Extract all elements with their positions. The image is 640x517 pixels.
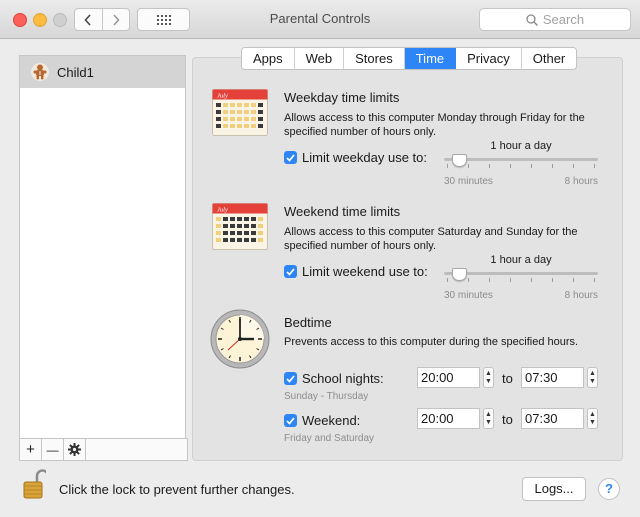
help-button[interactable]: ? — [598, 478, 620, 500]
chevron-left-icon — [84, 13, 91, 26]
checkbox-checked-icon — [284, 151, 297, 164]
school-nights-checkbox[interactable]: School nights: — [284, 371, 384, 386]
chevron-right-icon — [113, 13, 120, 26]
slider-knob[interactable] — [452, 154, 467, 167]
weekend-heading: Weekend time limits — [284, 204, 401, 219]
bedtime-heading: Bedtime — [284, 315, 332, 330]
weekday-limit-checkbox[interactable]: Limit weekday use to: — [284, 150, 427, 165]
school-nights-start-time[interactable]: 20:00 — [417, 367, 480, 388]
school-nights-end-time[interactable]: 07:30 — [521, 367, 584, 388]
weekday-description-line2: specified number of hours only. — [284, 126, 437, 138]
weekday-heading: Weekday time limits — [284, 90, 400, 105]
weekend-description-line1: Allows access to this computer Saturday … — [284, 226, 578, 238]
clock-icon — [210, 309, 270, 369]
slider-knob[interactable] — [452, 268, 467, 281]
search-placeholder: Search — [542, 12, 585, 27]
weekday-calendar-icon: July — [212, 89, 268, 136]
school-nights-label: School nights: — [302, 371, 384, 386]
tab-privacy[interactable]: Privacy — [456, 48, 522, 69]
unlocked-padlock-icon[interactable] — [22, 469, 46, 500]
weekend-description-line2: specified number of hours only. — [284, 240, 437, 252]
search-field[interactable]: Search — [479, 8, 631, 31]
user-name: Child1 — [57, 64, 94, 80]
sidebar-button-bar: + — — [19, 438, 188, 461]
weekend-bedtime-start-stepper[interactable]: ▲ ▼ — [483, 408, 494, 429]
tab-apps[interactable]: Apps — [242, 48, 295, 69]
weekday-slider[interactable] — [444, 154, 598, 170]
gingerbread-icon — [33, 64, 47, 80]
user-avatar — [31, 63, 49, 81]
slider-track — [444, 272, 598, 275]
weekday-limit-label: Limit weekday use to: — [302, 150, 428, 165]
tab-bar: Apps Web Stores Time Privacy Other — [241, 47, 578, 70]
weekend-limit-checkbox[interactable]: Limit weekend use to: — [284, 264, 428, 279]
school-nights-end-stepper[interactable]: ▲ ▼ — [587, 367, 598, 388]
weekend-calendar-icon: July — [212, 203, 268, 250]
tab-other[interactable]: Other — [521, 48, 577, 69]
weekend-bedtime-start-time[interactable]: 20:00 — [417, 408, 480, 429]
school-nights-days: Sunday - Thursday — [284, 391, 369, 402]
weekday-slider-max: 8 hours — [564, 176, 598, 187]
tab-web[interactable]: Web — [294, 48, 345, 69]
weekend-slider-min: 30 minutes — [444, 290, 493, 301]
remove-user-button[interactable]: — — [42, 439, 64, 460]
checkbox-checked-icon — [284, 414, 297, 427]
grid-icon — [156, 14, 171, 25]
gear-icon — [68, 443, 81, 456]
school-nights-to-label: to — [502, 371, 513, 386]
checkbox-checked-icon — [284, 265, 297, 278]
search-icon — [526, 13, 538, 26]
calendar-month-label: July — [217, 207, 228, 214]
forward-button[interactable] — [103, 9, 130, 30]
tab-stores[interactable]: Stores — [344, 48, 405, 69]
weekend-bedtime-end-time[interactable]: 07:30 — [521, 408, 584, 429]
navigation-buttons — [74, 8, 130, 31]
logs-button[interactable]: Logs... — [522, 477, 586, 501]
actions-button[interactable] — [64, 439, 86, 460]
slider-track — [444, 158, 598, 161]
school-nights-start-stepper[interactable]: ▲ ▼ — [483, 367, 494, 388]
weekend-slider-max: 8 hours — [564, 290, 598, 301]
weekday-value-label: 1 hour a day — [490, 140, 552, 152]
user-row-child1[interactable]: Child1 — [20, 56, 185, 88]
weekend-bedtime-to-label: to — [502, 412, 513, 427]
bedtime-description: Prevents access to this computer during … — [284, 336, 579, 348]
checkbox-checked-icon — [284, 372, 297, 385]
back-button[interactable] — [75, 9, 103, 30]
weekend-slider[interactable] — [444, 268, 598, 284]
weekend-bedtime-checkbox[interactable]: Weekend: — [284, 413, 360, 428]
weekend-bedtime-days: Friday and Saturday — [284, 433, 375, 444]
weekend-bedtime-label: Weekend: — [302, 413, 361, 428]
tab-time[interactable]: Time — [404, 48, 457, 69]
calendar-month-label: July — [217, 93, 228, 100]
show-all-button[interactable] — [137, 8, 190, 31]
add-user-button[interactable]: + — [20, 439, 42, 460]
weekday-slider-min: 30 minutes — [444, 176, 493, 187]
user-list: Child1 — [19, 55, 186, 440]
weekday-description-line1: Allows access to this computer Monday th… — [284, 112, 585, 124]
weekend-bedtime-end-stepper[interactable]: ▲ ▼ — [587, 408, 598, 429]
weekend-value-label: 1 hour a day — [490, 254, 552, 266]
lock-message: Click the lock to prevent further change… — [59, 482, 295, 497]
weekend-limit-label: Limit weekend use to: — [302, 264, 428, 279]
